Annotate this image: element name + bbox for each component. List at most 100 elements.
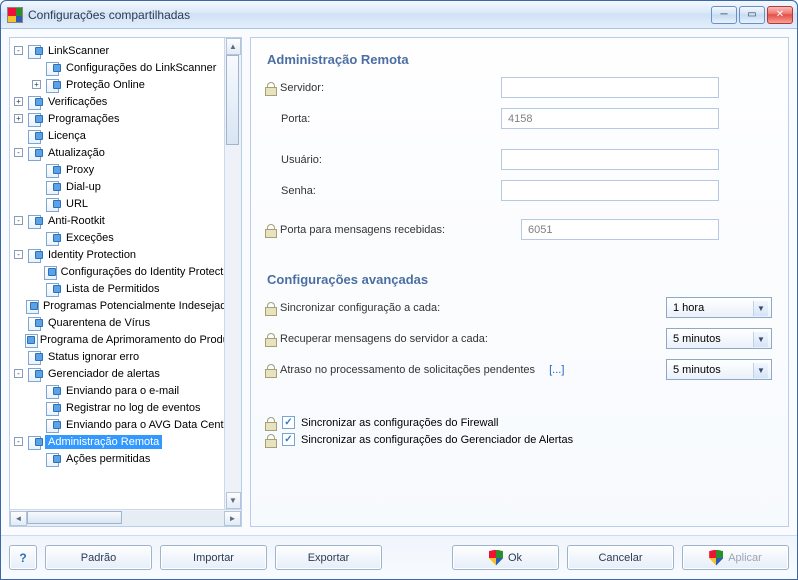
scroll-up-button[interactable]: ▲ <box>226 38 241 55</box>
alerts-sync-checkbox[interactable]: ✓ <box>282 433 295 446</box>
tree-item-label: Programas Potencialmente Indesejados <box>40 299 241 313</box>
ok-button[interactable]: Ok <box>452 545 559 570</box>
tree-item[interactable]: Proxy <box>10 161 241 178</box>
collapse-toggle[interactable]: - <box>14 216 23 225</box>
help-icon: ? <box>19 551 26 565</box>
tree-item[interactable]: Enviando para o e-mail <box>10 382 241 399</box>
default-button[interactable]: Padrão <box>45 545 152 570</box>
tree-item[interactable]: Ações permitidas <box>10 450 241 467</box>
tree-item[interactable]: Programa de Aprimoramento do Produto <box>10 331 241 348</box>
tree-item[interactable]: + Verificações <box>10 93 241 110</box>
tree-item[interactable]: - Gerenciador de alertas <box>10 365 241 382</box>
tree-item-label: Registrar no log de eventos <box>63 401 204 415</box>
port-input[interactable] <box>501 108 719 129</box>
tree-item[interactable]: +Proteção Online <box>10 76 241 93</box>
toggle-blank <box>32 63 41 72</box>
password-label: Senha: <box>281 185 316 197</box>
page-icon <box>27 44 43 58</box>
scroll-thumb-h[interactable] <box>27 511 122 524</box>
close-button[interactable]: ✕ <box>767 6 793 24</box>
group-title-remote: Administração Remota <box>267 52 772 67</box>
titlebar[interactable]: Configurações compartilhadas ─ ▭ ✕ <box>1 1 797 29</box>
page-icon <box>27 129 43 143</box>
tree-item[interactable]: -LinkScanner <box>10 42 241 59</box>
tree-item[interactable]: - Administração Remota <box>10 433 241 450</box>
tree-item[interactable]: +Programações <box>10 110 241 127</box>
page-icon <box>43 265 56 279</box>
delay-combo[interactable]: 5 minutos▼ <box>666 359 772 380</box>
tree-item[interactable]: Enviando para o AVG Data Center <box>10 416 241 433</box>
toggle-blank <box>32 420 41 429</box>
tree-pane: -LinkScannerConfigurações do LinkScanner… <box>9 37 242 527</box>
scroll-left-button[interactable]: ◄ <box>10 511 27 526</box>
tree-item[interactable]: Configurações do Identity Protection <box>10 263 241 280</box>
help-button[interactable]: ? <box>9 545 37 570</box>
scroll-thumb[interactable] <box>226 55 239 145</box>
tree-item-label: Verificações <box>45 95 110 109</box>
toggle-blank <box>32 182 41 191</box>
collapse-toggle[interactable]: - <box>14 369 23 378</box>
tree-item[interactable]: Dial-up <box>10 178 241 195</box>
window: Configurações compartilhadas ─ ▭ ✕ -Link… <box>0 0 798 580</box>
tree-item[interactable]: Programas Potencialmente Indesejados <box>10 297 241 314</box>
tree-item[interactable]: Licença <box>10 127 241 144</box>
toggle-blank <box>32 454 41 463</box>
expand-toggle[interactable]: + <box>14 114 23 123</box>
export-button[interactable]: Exportar <box>275 545 382 570</box>
horizontal-scrollbar[interactable]: ◄ ► <box>10 509 241 526</box>
tree-item[interactable]: -Anti-Rootkit <box>10 212 241 229</box>
tree-item-label: Status ignorar erro <box>45 350 142 364</box>
toggle-blank <box>14 318 23 327</box>
tree-item-label: Gerenciador de alertas <box>45 367 163 381</box>
tree-item[interactable]: Registrar no log de eventos <box>10 399 241 416</box>
firewall-sync-checkbox[interactable]: ✓ <box>282 416 295 429</box>
server-label: Servidor: <box>280 82 324 94</box>
import-button[interactable]: Importar <box>160 545 267 570</box>
settings-tree[interactable]: -LinkScannerConfigurações do LinkScanner… <box>10 38 241 471</box>
expand-toggle[interactable]: + <box>14 97 23 106</box>
collapse-toggle[interactable]: - <box>14 46 23 55</box>
tree-item-label: Ações permitidas <box>63 452 153 466</box>
tree-item[interactable]: Lista de Permitidos <box>10 280 241 297</box>
lock-icon <box>265 224 276 236</box>
retrieve-combo[interactable]: 5 minutos▼ <box>666 328 772 349</box>
toggle-blank <box>14 335 20 344</box>
page-icon <box>27 146 43 160</box>
shield-icon <box>709 550 723 566</box>
alerts-sync-label: Sincronizar as configurações do Gerencia… <box>301 434 573 446</box>
tree-item-label: Administração Remota <box>45 435 162 449</box>
collapse-toggle[interactable]: - <box>14 437 23 446</box>
collapse-toggle[interactable]: - <box>14 148 23 157</box>
tree-item-label: URL <box>63 197 91 211</box>
tree-item[interactable]: Status ignorar erro <box>10 348 241 365</box>
tree-item[interactable]: -Atualização <box>10 144 241 161</box>
user-input[interactable] <box>501 149 719 170</box>
tree-item[interactable]: -Identity Protection <box>10 246 241 263</box>
tree-item-label: Exceções <box>63 231 117 245</box>
tree-item[interactable]: URL <box>10 195 241 212</box>
toggle-blank <box>32 267 39 276</box>
vertical-scrollbar[interactable]: ▲ ▼ <box>224 38 241 509</box>
lock-icon <box>265 333 276 345</box>
toggle-blank <box>32 165 41 174</box>
scroll-right-button[interactable]: ► <box>224 511 241 526</box>
tree-item-label: Quarentena de Vírus <box>45 316 153 330</box>
scroll-down-button[interactable]: ▼ <box>226 492 241 509</box>
tree-item[interactable]: Configurações do LinkScanner <box>10 59 241 76</box>
server-input[interactable] <box>501 77 719 98</box>
delay-more-link[interactable]: [...] <box>549 364 564 376</box>
tree-item[interactable]: Exceções <box>10 229 241 246</box>
apply-button[interactable]: Aplicar <box>682 545 789 570</box>
minimize-button[interactable]: ─ <box>711 6 737 24</box>
password-input[interactable] <box>501 180 719 201</box>
cancel-button[interactable]: Cancelar <box>567 545 674 570</box>
maximize-button[interactable]: ▭ <box>739 6 765 24</box>
page-icon <box>45 197 61 211</box>
expand-toggle[interactable]: + <box>32 80 41 89</box>
toggle-blank <box>32 199 41 208</box>
page-icon <box>45 61 61 75</box>
collapse-toggle[interactable]: - <box>14 250 23 259</box>
tree-item[interactable]: Quarentena de Vírus <box>10 314 241 331</box>
sync-combo[interactable]: 1 hora▼ <box>666 297 772 318</box>
msgport-input[interactable] <box>521 219 719 240</box>
